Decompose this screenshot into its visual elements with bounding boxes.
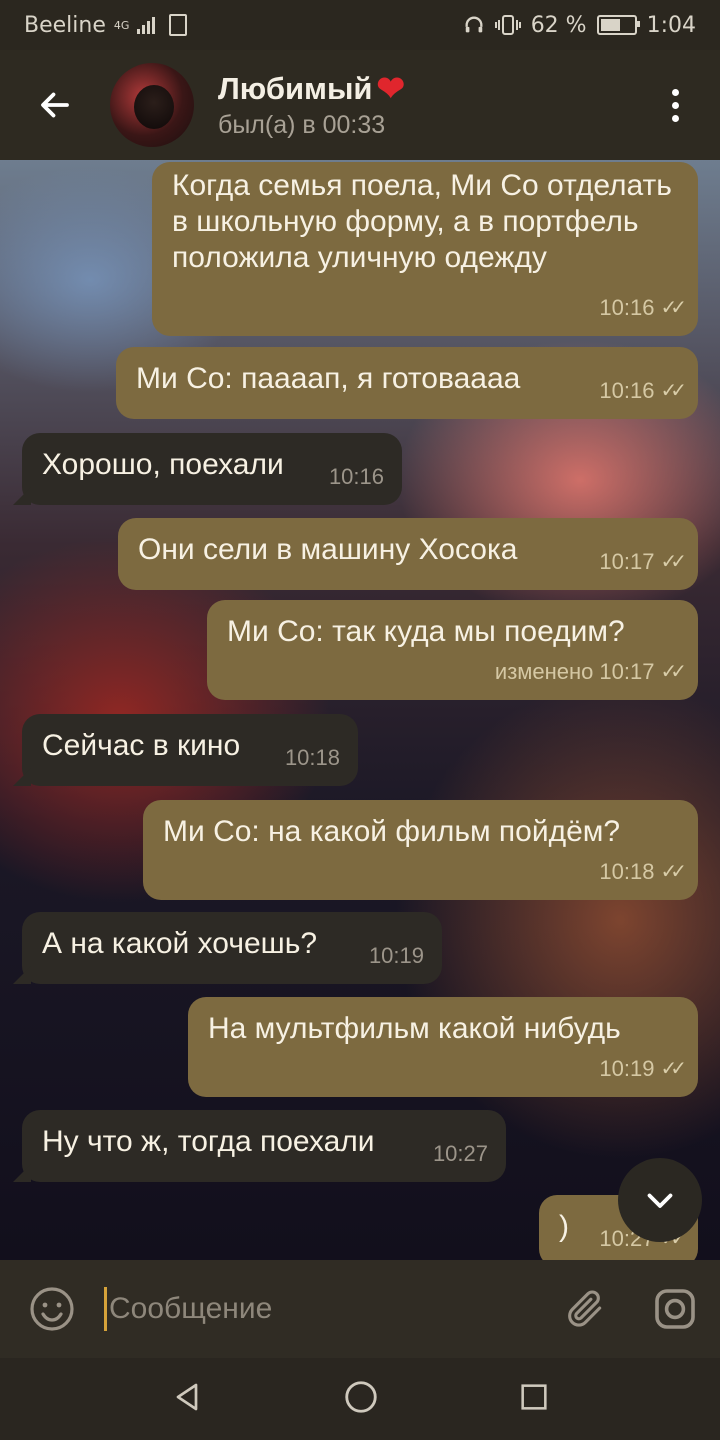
triangle-back-icon (176, 1383, 198, 1411)
message-time: 10:16 (599, 378, 655, 403)
emoji-button[interactable] (0, 1285, 104, 1333)
message-input[interactable] (109, 1279, 540, 1339)
double-check-icon: ✓✓ (660, 861, 686, 883)
message-text: На мультфильм какой нибудь (208, 1012, 621, 1045)
menu-dot (671, 101, 679, 109)
status-bar: Beeline 4G 62 % 1:04 (0, 0, 720, 50)
attach-button[interactable] (540, 1287, 630, 1331)
message-bubble[interactable]: А на какой хочешь? 10:19 (22, 912, 442, 984)
heart-icon: ❤ (376, 69, 406, 108)
chat-history[interactable]: Когда семья поела, Ми Со отделать в школ… (0, 160, 720, 1260)
battery-percent: 62 % (530, 12, 587, 38)
message-time: 10:18 (599, 859, 655, 884)
download-icon (169, 14, 188, 36)
message-time: 10:19 (599, 1056, 655, 1081)
menu-dot (671, 114, 679, 122)
headset-icon (465, 16, 483, 33)
message-time: 10:27 (432, 1141, 488, 1166)
message-text: Ми Со: паааап, я готоваааа (136, 362, 521, 395)
network-type: 4G (113, 18, 130, 32)
camera-button[interactable] (630, 1285, 720, 1333)
message-bubble[interactable]: Ми Со: на какой фильм пойдём? 10:18 ✓✓ (143, 800, 698, 900)
battery-icon (596, 15, 640, 35)
paperclip-icon (568, 1290, 602, 1327)
contact-name: Любимый (218, 70, 373, 106)
message-time: 10:16 (599, 295, 655, 320)
message-time: 10:17 (599, 659, 655, 684)
carrier-name: Beeline (24, 12, 106, 38)
message-time: 10:16 (328, 464, 384, 489)
double-check-icon: ✓✓ (660, 1058, 686, 1080)
message-time: 10:17 (599, 549, 655, 574)
signal-icon (137, 16, 156, 34)
double-check-icon: ✓✓ (660, 297, 686, 319)
back-button[interactable] (0, 50, 110, 160)
menu-dot (671, 88, 679, 96)
nav-back-button[interactable] (169, 1379, 205, 1419)
message-time: 10:19 (368, 943, 424, 968)
scroll-to-bottom-button[interactable] (618, 1158, 702, 1242)
vibrate-icon (494, 15, 521, 35)
message-bubble[interactable]: Ми Со: так куда мы поедим? изменено 10:17… (207, 600, 698, 700)
edited-label: изменено (494, 659, 594, 684)
message-text: Ми Со: так куда мы поедим? (227, 615, 625, 648)
nav-home-button[interactable] (342, 1378, 380, 1420)
system-nav-bar (0, 1358, 720, 1440)
square-recents-icon (521, 1384, 547, 1410)
message-time: 10:18 (284, 745, 340, 770)
message-bubble[interactable]: Когда семья поела, Ми Со отделать в школ… (152, 162, 698, 336)
message-text: ) (559, 1210, 569, 1243)
double-check-icon: ✓✓ (660, 661, 686, 683)
circle-home-icon (345, 1381, 377, 1413)
message-bubble[interactable]: Ми Со: паааап, я готоваааа 10:16 ✓✓ (116, 347, 698, 419)
text-cursor (104, 1287, 107, 1331)
message-bubble[interactable]: Ну что ж, тогда поехали 10:27 (22, 1110, 506, 1182)
nav-recents-button[interactable] (517, 1380, 551, 1418)
message-composer (0, 1260, 720, 1358)
message-text: Сейчас в кино (42, 729, 241, 762)
last-seen-status: был(а) в 00:33 (218, 110, 386, 139)
double-check-icon: ✓✓ (660, 380, 686, 402)
camera-icon (655, 1289, 695, 1329)
message-text: А на какой хочешь? (42, 927, 318, 960)
smile-icon (30, 1287, 74, 1331)
message-text: Ну что ж, тогда поехали (42, 1125, 375, 1158)
message-bubble[interactable]: Хорошо, поехали 10:16 (22, 433, 402, 505)
contact-avatar[interactable] (110, 63, 194, 147)
clock: 1:04 (646, 12, 696, 38)
message-bubble[interactable]: Они сели в машину Хосока 10:17 ✓✓ (118, 518, 698, 590)
message-text: Хорошо, поехали (42, 448, 284, 481)
message-bubble[interactable]: На мультфильм какой нибудь 10:19 ✓✓ (188, 997, 698, 1097)
more-menu-button[interactable] (630, 50, 720, 160)
contact-info[interactable]: Любимый ❤ был(а) в 00:33 (218, 71, 630, 140)
arrow-left-icon (41, 92, 69, 118)
chat-header: Любимый ❤ был(а) в 00:33 (0, 50, 720, 160)
message-text: Когда семья поела, Ми Со отделать в школ… (172, 169, 672, 274)
message-text: Они сели в машину Хосока (138, 533, 518, 566)
chevron-down-icon (647, 1193, 673, 1208)
message-text: Ми Со: на какой фильм пойдём? (163, 815, 621, 848)
message-bubble[interactable]: Сейчас в кино 10:18 (22, 714, 358, 786)
double-check-icon: ✓✓ (660, 551, 686, 573)
